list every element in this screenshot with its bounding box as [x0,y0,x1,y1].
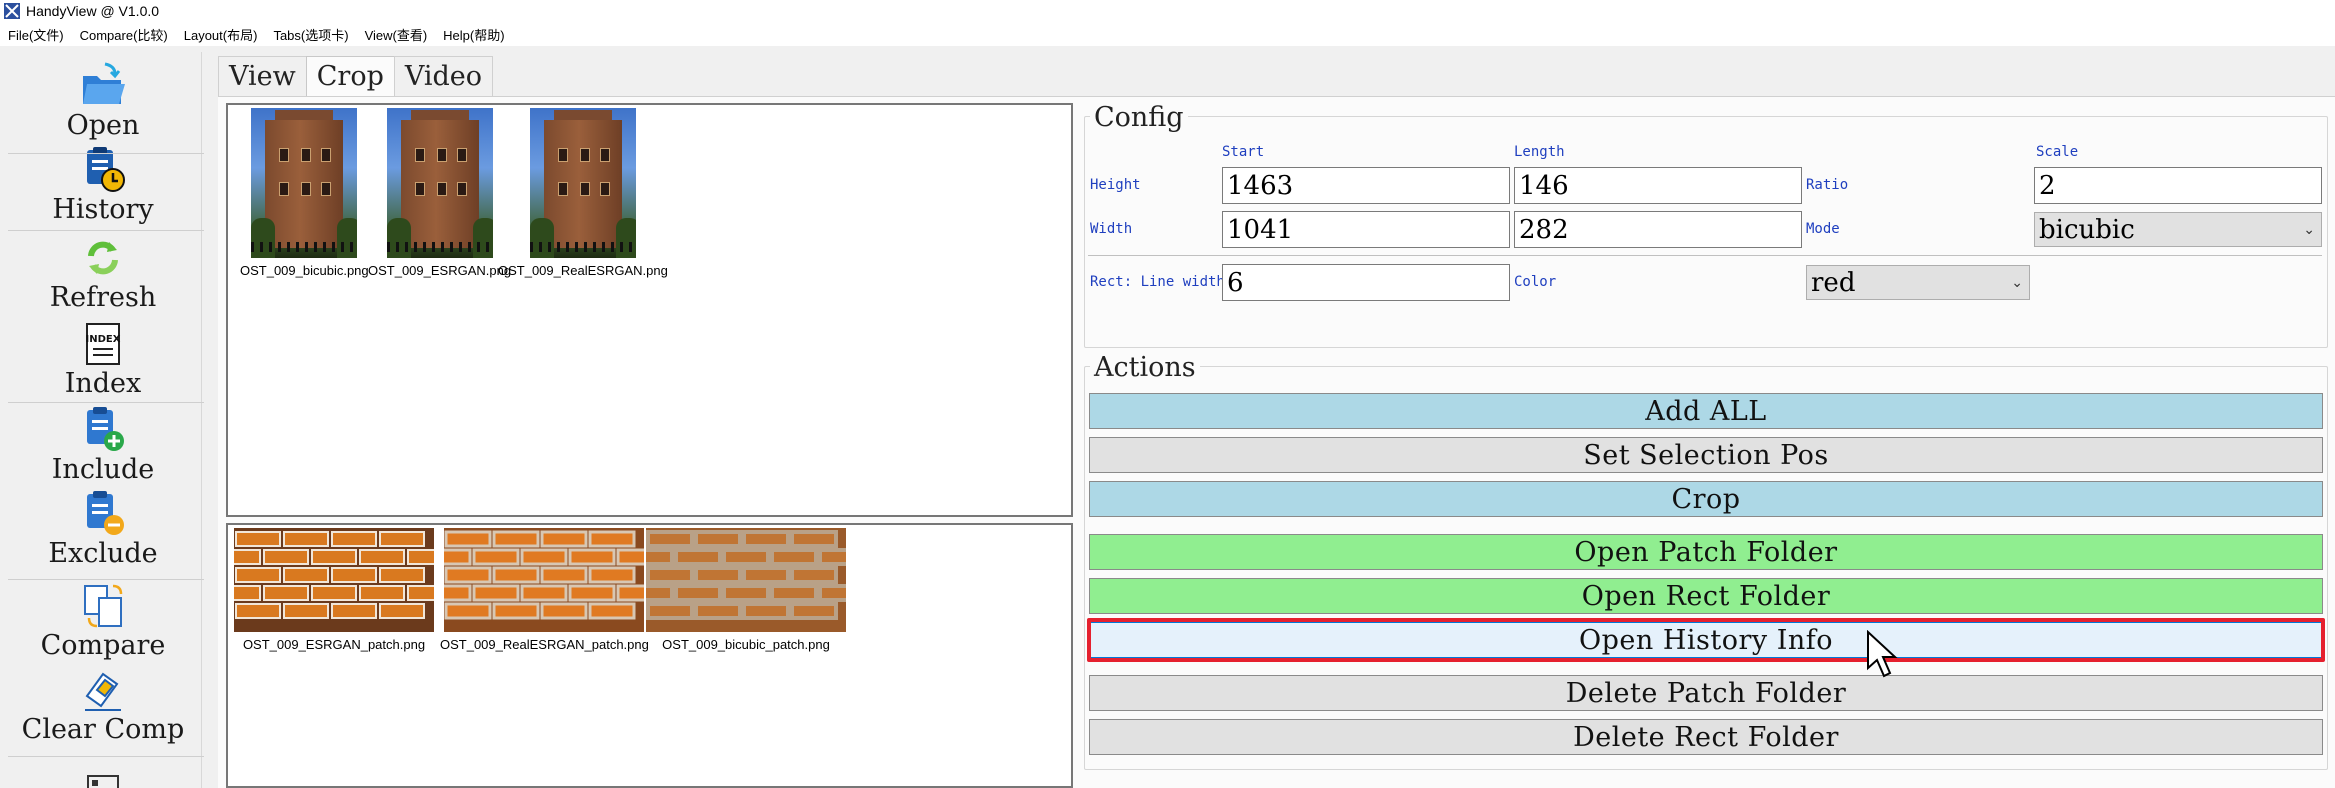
eraser-icon [85,672,121,711]
building-photo [386,108,493,258]
actions-title: Actions [1090,352,1200,383]
sidebar-divider [8,402,204,403]
app-logo-icon [4,3,20,19]
color-select-value: red [1811,267,1856,298]
index-label: Index [64,368,142,399]
brick-patch-photo [444,528,645,632]
image-filename: OST_009_ESRGAN.png [368,263,512,278]
more-tools-icon[interactable] [86,774,120,788]
menu-view[interactable]: View(查看) [357,25,436,44]
patch-list-panel[interactable]: OST_009_ESRGAN_patch.png OST_009_RealESR… [226,523,1073,788]
mode-label: Mode [1806,221,1840,237]
image-filename: OST_009_RealESRGAN.png [498,263,668,278]
open-button[interactable]: Open [4,62,202,141]
refresh-label: Refresh [49,282,157,313]
image-thumbnail[interactable]: OST_009_RealESRGAN.png [498,108,668,278]
patch-filename: OST_009_bicubic_patch.png [662,637,830,652]
exclude-label: Exclude [48,538,158,569]
open-label: Open [66,110,140,141]
height-label: Height [1090,177,1141,193]
set-selection-pos-button[interactable]: Set Selection Pos [1089,437,2323,473]
menu-layout[interactable]: Layout(布局) [176,25,266,44]
tab-crop[interactable]: Crop [305,56,395,96]
menu-help[interactable]: Help(帮助) [435,25,512,44]
tab-bar: View Crop Video [218,56,494,96]
refresh-icon [88,241,118,275]
scale-header: Scale [2036,144,2079,160]
svg-text:INDEX: INDEX [86,334,121,345]
open-history-info-button[interactable]: Open History Info [1089,622,2323,658]
config-title: Config [1090,102,1188,133]
open-patch-folder-button[interactable]: Open Patch Folder [1089,534,2323,570]
chevron-down-icon: ⌄ [2011,274,2023,291]
refresh-button[interactable]: Refresh [4,234,202,313]
line-width-input[interactable]: 6 [1222,264,1510,301]
scale-input[interactable]: 2 [2034,167,2322,204]
brick-patch-photo [234,528,434,632]
building-photo [251,108,358,258]
width-label: Width [1090,221,1133,237]
height-length-input[interactable]: 146 [1514,167,1802,204]
tab-view[interactable]: View [218,56,307,96]
patch-thumbnail[interactable]: OST_009_RealESRGAN_patch.png [440,528,649,652]
menu-bar: File(文件) Compare(比较) Layout(布局) Tabs(选项卡… [0,22,2335,46]
sidebar-divider [8,153,204,154]
include-button[interactable]: Include [4,406,202,485]
height-start-input[interactable]: 1463 [1222,167,1510,204]
delete-patch-folder-button[interactable]: Delete Patch Folder [1089,675,2323,711]
clear-comp-label: Clear Comp [21,714,185,745]
start-header: Start [1222,144,1265,160]
window-title: HandyView @ V1.0.0 [26,3,160,19]
sidebar-divider [8,579,204,580]
exclude-clipboard-icon [87,491,124,535]
crop-button[interactable]: Crop [1089,481,2323,517]
menu-compare[interactable]: Compare(比较) [72,25,176,44]
history-button[interactable]: History [4,146,202,225]
folder-open-icon [83,62,125,104]
include-label: Include [51,454,155,485]
index-button[interactable]: INDEX Index [4,320,202,399]
compare-icon [84,584,123,628]
index-icon: INDEX [86,323,121,365]
patch-filename: OST_009_ESRGAN_patch.png [242,637,426,652]
tab-video[interactable]: Video [393,56,494,96]
color-select[interactable]: red ⌄ [1806,265,2030,300]
sidebar-divider [8,756,204,757]
ratio-label: Ratio [1806,177,1849,193]
menu-file[interactable]: File(文件) [0,25,72,44]
delete-rect-folder-button[interactable]: Delete Rect Folder [1089,719,2323,755]
width-length-input[interactable]: 282 [1514,211,1802,248]
clear-comp-button[interactable]: Clear Comp [4,666,202,745]
include-clipboard-icon [87,407,124,451]
width-start-input[interactable]: 1041 [1222,211,1510,248]
mode-select[interactable]: bicubic ⌄ [2034,212,2322,247]
title-bar: HandyView @ V1.0.0 [0,0,2335,22]
compare-button[interactable]: Compare [4,582,202,661]
patch-thumbnail[interactable]: OST_009_ESRGAN_patch.png [234,528,434,652]
image-filename: OST_009_bicubic.png [240,263,369,278]
menu-tabs[interactable]: Tabs(选项卡) [265,25,356,44]
add-all-button[interactable]: Add ALL [1089,393,2323,429]
mode-select-value: bicubic [2039,214,2135,245]
rect-line-width-label: Rect: Line width [1090,274,1225,290]
image-list-panel[interactable]: OST_009_bicubic.png OST_009_ESRGAN.png O… [226,103,1073,517]
chevron-down-icon: ⌄ [2303,221,2315,238]
open-rect-folder-button[interactable]: Open Rect Folder [1089,578,2323,614]
history-label: History [52,194,154,225]
sidebar-toolbar: Open History Refresh INDEX Index Include… [4,52,204,788]
patch-filename: OST_009_RealESRGAN_patch.png [440,637,649,652]
sidebar-divider [8,230,204,231]
patch-thumbnail[interactable]: OST_009_bicubic_patch.png [646,528,846,652]
exclude-button[interactable]: Exclude [4,490,202,569]
compare-label: Compare [40,630,166,661]
image-thumbnail[interactable]: OST_009_bicubic.png [240,108,369,278]
length-header: Length [1514,144,1565,160]
config-divider [1088,255,2322,256]
mouse-cursor-icon [1867,630,1898,678]
image-thumbnail[interactable]: OST_009_ESRGAN.png [368,108,511,278]
color-label: Color [1514,274,1557,290]
building-photo [529,108,636,258]
brick-patch-photo [646,528,846,632]
